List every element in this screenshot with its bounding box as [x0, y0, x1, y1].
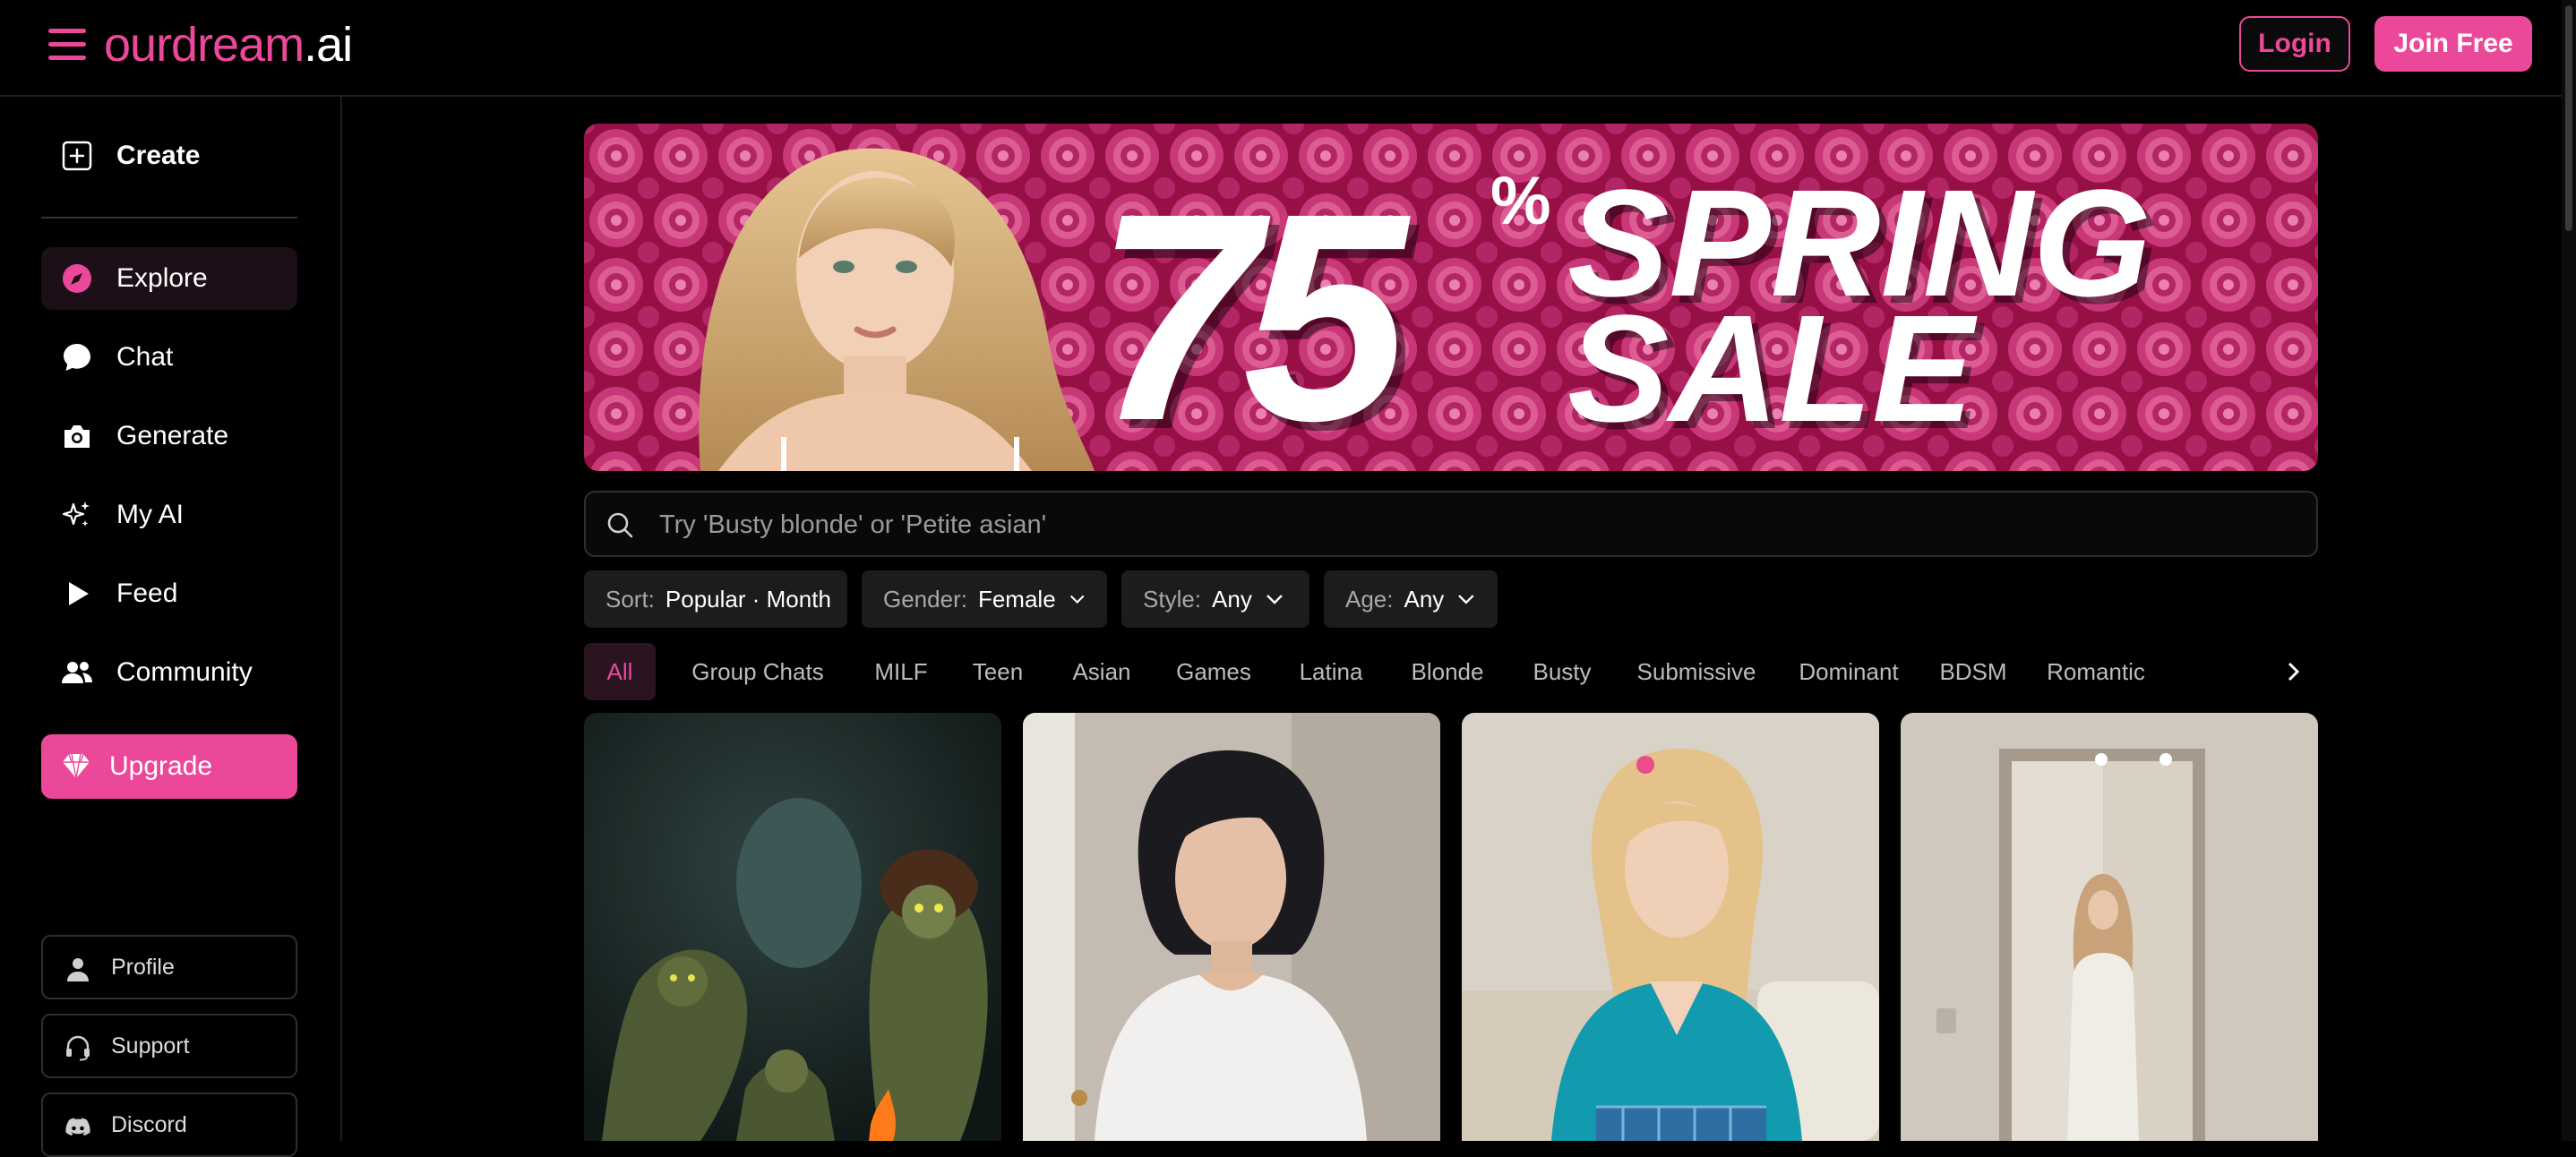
chevron-down-icon — [1069, 595, 1085, 604]
logo-tld: .ai — [304, 18, 353, 72]
upgrade-button[interactable]: Upgrade — [41, 734, 297, 799]
scrollbar-thumb[interactable] — [2565, 5, 2572, 231]
gender-filter-key: Gender: — [883, 585, 967, 613]
sidebar-item-label: Explore — [116, 263, 208, 293]
discord-icon — [65, 1118, 90, 1136]
sidebar-item-label: Community — [116, 657, 253, 687]
chevron-down-icon — [1458, 595, 1474, 604]
chat-bubble-icon — [64, 344, 90, 371]
compass-icon — [63, 264, 91, 293]
camera-icon — [64, 425, 90, 448]
character-card[interactable] — [1023, 713, 1440, 1141]
age-filter-key: Age: — [1345, 585, 1394, 613]
profile-button[interactable]: Profile — [41, 935, 297, 999]
age-filter[interactable]: Age: Any — [1324, 570, 1498, 628]
join-free-button[interactable]: Join Free — [2374, 16, 2532, 72]
character-card[interactable] — [584, 713, 1001, 1141]
upgrade-label: Upgrade — [109, 751, 213, 781]
sort-filter-key: Sort: — [605, 585, 655, 613]
discord-button[interactable]: Discord — [41, 1093, 297, 1157]
search-input[interactable] — [657, 501, 2291, 548]
tag-blonde[interactable]: Blonde — [1397, 643, 1498, 700]
support-label: Support — [111, 1033, 190, 1058]
user-icon — [67, 958, 89, 981]
tag-group-chats[interactable]: Group Chats — [677, 643, 838, 700]
menu-icon[interactable] — [48, 29, 86, 61]
logo-brand: ourdream — [104, 18, 305, 72]
play-icon — [69, 582, 89, 605]
tag-latina[interactable]: Latina — [1286, 643, 1376, 700]
banner-percent: 75 — [1095, 151, 1413, 471]
top-bar: ourdream.ai Login Join Free — [0, 0, 2576, 97]
sidebar-item-label: Chat — [116, 342, 174, 372]
card-image — [1901, 713, 2318, 1141]
tag-romantic[interactable]: Romantic — [2035, 643, 2157, 700]
tag-submissive[interactable]: Submissive — [1628, 643, 1765, 700]
card-image — [1462, 713, 1879, 1141]
tag-teen[interactable]: Teen — [962, 643, 1034, 700]
gender-filter-value: Female — [977, 585, 1056, 613]
tag-all[interactable]: All — [584, 643, 656, 700]
tag-games[interactable]: Games — [1164, 643, 1263, 700]
style-filter[interactable]: Style: Any — [1121, 570, 1309, 628]
sidebar-item-chat[interactable]: Chat — [41, 326, 297, 389]
promo-banner[interactable]: 75 75 % SPRING SPRING SALE SALE — [584, 124, 2318, 471]
tags-scroll-right[interactable] — [2268, 643, 2318, 700]
chevron-down-icon — [1266, 595, 1283, 604]
sidebar-item-my-ai[interactable]: My AI — [41, 484, 297, 546]
search-icon — [607, 512, 633, 538]
sidebar: Create Explore Chat Generate My AI Feed … — [0, 97, 342, 1157]
tag-bdsm[interactable]: BDSM — [1933, 643, 2014, 700]
sidebar-item-label: My AI — [116, 500, 185, 529]
banner-line2: SALE — [1567, 284, 1978, 454]
sidebar-item-feed[interactable]: Feed — [41, 562, 297, 625]
sidebar-item-generate[interactable]: Generate — [41, 405, 297, 467]
sidebar-item-label: Create — [116, 141, 201, 170]
style-filter-key: Style: — [1143, 585, 1202, 613]
profile-label: Profile — [111, 954, 175, 980]
sidebar-item-create[interactable]: Create — [41, 124, 297, 187]
tag-milf[interactable]: MILF — [865, 643, 937, 700]
card-image — [1023, 713, 1440, 1141]
sidebar-item-label: Generate — [116, 421, 229, 450]
character-card[interactable] — [1901, 713, 2318, 1141]
sort-filter-value: Popular · Month — [665, 585, 831, 613]
login-button[interactable]: Login — [2239, 16, 2350, 72]
sort-filter[interactable]: Sort: Popular · Month — [584, 570, 847, 628]
sidebar-item-community[interactable]: Community — [41, 641, 297, 704]
tag-busty[interactable]: Busty — [1519, 643, 1605, 700]
support-button[interactable]: Support — [41, 1014, 297, 1078]
sidebar-divider — [41, 217, 297, 219]
spring-sale-banner-image: 75 75 % SPRING SPRING SALE SALE — [584, 124, 2318, 471]
banner-percent-sign: % — [1490, 163, 1551, 239]
headset-icon — [66, 1035, 90, 1061]
plus-square-icon — [62, 141, 92, 171]
gender-filter[interactable]: Gender: Female — [862, 570, 1107, 628]
logo[interactable]: ourdream.ai — [104, 13, 353, 77]
diamond-icon — [63, 753, 90, 779]
sidebar-item-label: Feed — [116, 578, 178, 608]
style-filter-value: Any — [1212, 585, 1252, 613]
search-bar — [584, 491, 2318, 557]
users-icon — [62, 662, 92, 683]
discord-label: Discord — [111, 1111, 187, 1137]
category-tags: All Group Chats MILF Teen Asian Games La… — [584, 643, 2318, 700]
chevron-right-icon — [2288, 662, 2300, 681]
tag-asian[interactable]: Asian — [1060, 643, 1143, 700]
sparkles-icon — [62, 501, 90, 527]
card-image — [584, 713, 1001, 1141]
tag-dominant[interactable]: Dominant — [1788, 643, 1910, 700]
sidebar-item-explore[interactable]: Explore — [41, 247, 297, 310]
character-card[interactable] — [1462, 713, 1879, 1141]
age-filter-value: Any — [1404, 585, 1445, 613]
page-scrollbar[interactable] — [2562, 0, 2576, 1141]
